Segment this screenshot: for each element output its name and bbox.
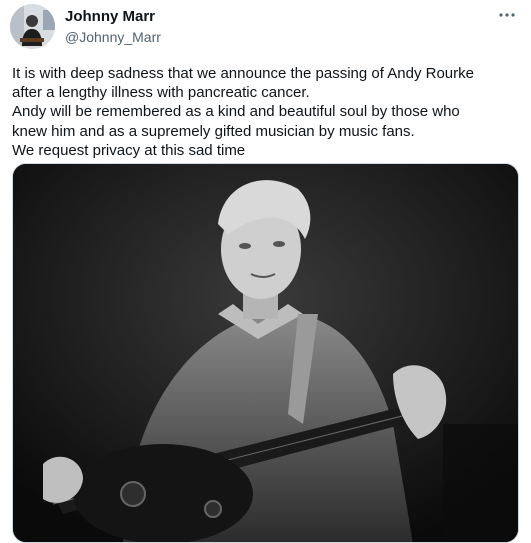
avatar-image: [10, 4, 55, 49]
more-options-icon[interactable]: [495, 6, 519, 24]
tweet-text-line: after a lengthy illness with pancreatic …: [12, 84, 310, 102]
author-avatar[interactable]: [10, 4, 55, 49]
tweet-text-line: knew him and as a supremely gifted music…: [12, 122, 415, 140]
photo-image: [13, 164, 518, 542]
author-handle[interactable]: @Johnny_Marr: [65, 28, 161, 46]
tweet-text-line: We request privacy at this sad time: [12, 141, 246, 159]
tweet-text: It is with deep sadness that we announce…: [12, 64, 522, 160]
tweet-photo[interactable]: [12, 163, 519, 543]
author-info: Johnny Marr @Johnny_Marr: [65, 8, 161, 46]
tweet-text-line: Andy will be remembered as a kind and be…: [12, 103, 460, 121]
author-display-name[interactable]: Johnny Marr: [65, 8, 161, 26]
tweet-card: Johnny Marr @Johnny_Marr It is with deep…: [0, 0, 531, 543]
tweet-text-line: It is with deep sadness that we announce…: [12, 65, 474, 82]
